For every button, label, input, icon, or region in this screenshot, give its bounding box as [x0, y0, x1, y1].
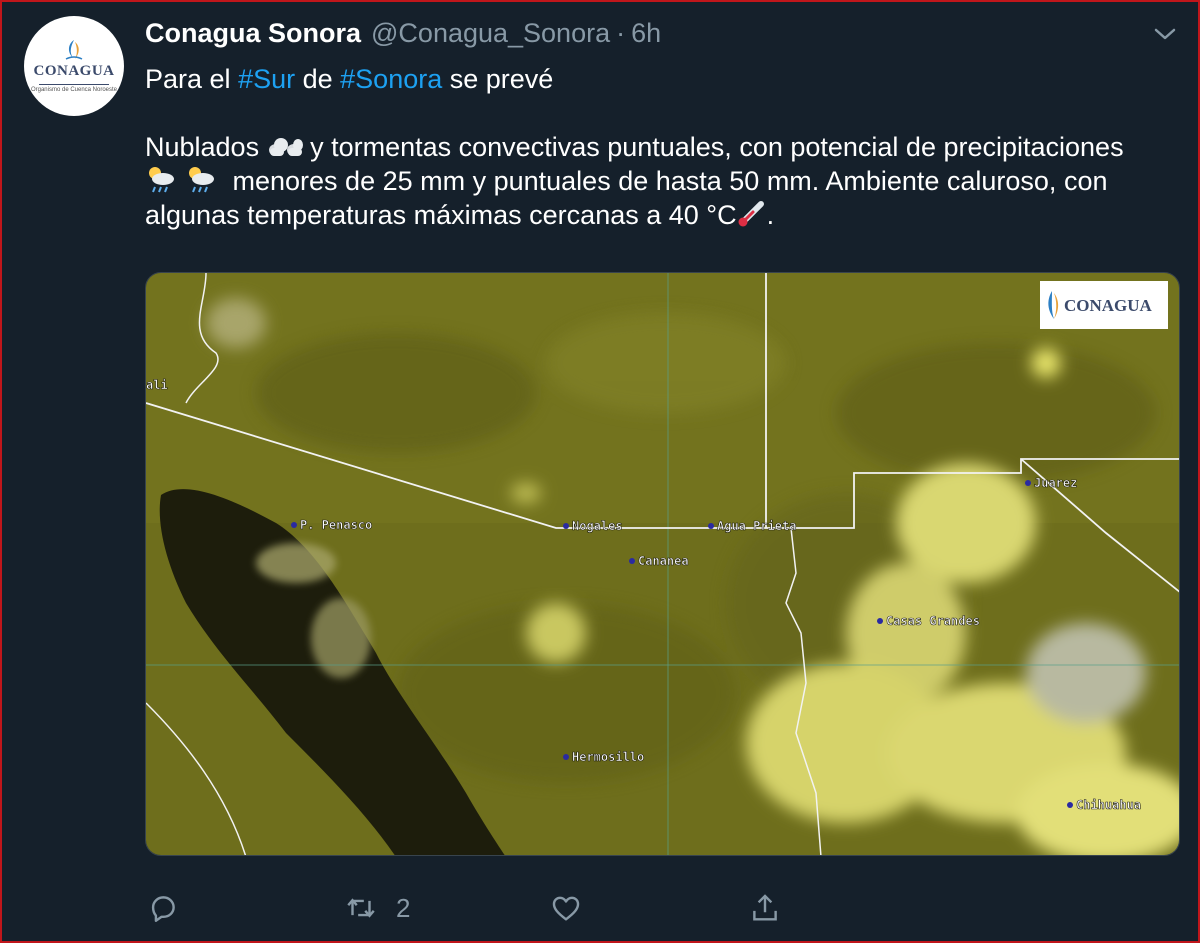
avatar-wordmark: CONAGUA: [33, 63, 115, 79]
author-handle[interactable]: @Conagua_Sonora: [371, 18, 610, 49]
satellite-map: CONAGUA ali P. Penasco Nogales Agua Prieta C…: [146, 273, 1179, 855]
city-label: Chihuahua: [1076, 798, 1141, 812]
like-button[interactable]: [549, 888, 583, 928]
city-label: Nogales: [572, 519, 623, 533]
header-separator: ·: [616, 18, 626, 48]
chevron-down-icon[interactable]: [1152, 24, 1178, 44]
city-marker: [291, 522, 297, 528]
city-marker: [629, 558, 635, 564]
city-label: ali: [146, 378, 168, 392]
city-marker: [708, 523, 714, 529]
retweet-count: 2: [396, 892, 411, 923]
city-label: Juarez: [1034, 476, 1077, 490]
satellite-image[interactable]: CONAGUA ali P. Penasco Nogales Agua Prieta C…: [145, 272, 1180, 856]
city-marker: [563, 523, 569, 529]
cloud-emoji: [268, 138, 303, 156]
city-label: Cananea: [638, 554, 689, 568]
text-segment: .: [766, 200, 775, 230]
text-segment: de: [295, 64, 341, 94]
watermark-text: CONAGUA: [1064, 296, 1153, 315]
conagua-logo-icon: [65, 40, 83, 60]
avatar[interactable]: CONAGUA Organismo de Cuenca Noroeste: [24, 16, 124, 116]
sun-behind-rain-cloud-emoji: [149, 167, 214, 193]
text-segment: y tormentas convectivas puntuales, con p…: [302, 132, 1124, 162]
city-label: Casas Grandes: [886, 614, 980, 628]
city-marker: [1067, 802, 1073, 808]
text-segment: Nublados: [145, 132, 267, 162]
reply-button[interactable]: [146, 888, 180, 928]
tweet-actions: 2: [0, 888, 1200, 928]
hashtag-sonora[interactable]: #Sonora: [340, 64, 442, 94]
heart-icon: [552, 896, 580, 921]
city-marker: [563, 754, 569, 760]
reply-icon: [151, 896, 175, 922]
city-label: P. Penasco: [300, 518, 372, 532]
avatar-tagline: Organismo de Cuenca Noroeste: [30, 87, 118, 93]
text-segment: Para el: [145, 64, 239, 94]
share-button[interactable]: [748, 888, 782, 928]
tweet-header: Conagua Sonora @Conagua_Sonora · 6h: [145, 18, 661, 54]
tweet-timestamp[interactable]: 6h: [631, 18, 661, 49]
hashtag-sur[interactable]: #Sur: [238, 64, 295, 94]
retweet-icon: [347, 898, 375, 918]
thermometer-emoji: [738, 201, 764, 227]
city-label: Agua Prieta: [717, 519, 796, 533]
avatar-divider: [39, 84, 109, 85]
tweet-text: Para el #Sur de #Sonora se prevé Nublado…: [145, 62, 1185, 232]
city-marker: [877, 618, 883, 624]
author-name[interactable]: Conagua Sonora: [145, 18, 361, 49]
text-segment: menores de 25 mm y puntuales de hasta 50…: [145, 166, 1108, 230]
text-segment: se prevé: [442, 64, 554, 94]
retweet-button[interactable]: 2: [344, 888, 410, 928]
city-label: Hermosillo: [572, 750, 644, 764]
tweet-paragraph-2: Nublados y tormentas convectivas puntual…: [145, 130, 1185, 232]
city-marker: [1025, 480, 1031, 486]
share-icon: [753, 894, 777, 921]
tweet-line-1: Para el #Sur de #Sonora se prevé: [145, 62, 1185, 96]
